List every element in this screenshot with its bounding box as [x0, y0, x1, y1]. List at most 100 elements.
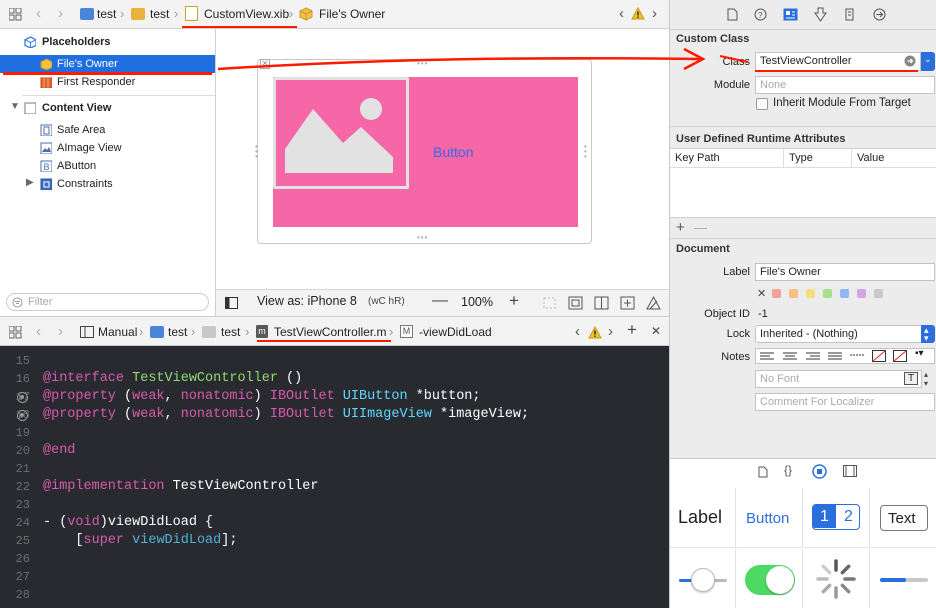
runtime-attributes-table[interactable]: Key Path Type Value: [670, 148, 936, 218]
jump-xib-file[interactable]: CustomView.xib: [204, 7, 289, 21]
toggle-outline-icon[interactable]: [225, 297, 238, 309]
outline-files-owner[interactable]: File's Owner: [0, 55, 215, 73]
library-item-label[interactable]: Label: [670, 488, 736, 548]
jump-project[interactable]: test: [97, 7, 116, 21]
col-key-path[interactable]: Key Path: [675, 152, 720, 164]
resize-handle-right[interactable]: • • •: [584, 143, 588, 161]
library-item-button[interactable]: Button: [737, 488, 803, 548]
code-snippets-icon[interactable]: {}: [784, 463, 792, 477]
add-attribute-icon[interactable]: +: [676, 219, 685, 236]
align-left-icon[interactable]: [760, 352, 774, 361]
outline-first-responder[interactable]: First Responder: [0, 73, 215, 91]
outline-safe-area[interactable]: Safe Area: [0, 121, 215, 139]
outline-constraints[interactable]: ▶ Constraints: [0, 175, 215, 193]
file-inspector-icon[interactable]: [727, 8, 738, 21]
color-label-yellow[interactable]: [806, 289, 815, 298]
color-label-gray[interactable]: [874, 289, 883, 298]
library-item-switch[interactable]: [737, 549, 803, 608]
font-stepper[interactable]: ▴ ▾: [924, 370, 928, 388]
image-view[interactable]: [273, 77, 409, 189]
comment-field[interactable]: Comment For Localizer: [755, 393, 935, 411]
object-library-icon[interactable]: [812, 464, 827, 479]
custom-view-frame[interactable]: ✕ ••• ••• • • • • • • Button: [255, 59, 592, 244]
text-color-icon[interactable]: [872, 350, 886, 362]
warning-icon[interactable]: [588, 326, 602, 339]
library-item-activity-indicator[interactable]: [804, 549, 870, 608]
warning-icon[interactable]: [631, 7, 645, 20]
clear-color-icon[interactable]: ✕: [757, 287, 766, 300]
color-label-blue[interactable]: [840, 289, 849, 298]
col-value[interactable]: Value: [857, 152, 884, 164]
color-label-purple[interactable]: [857, 289, 866, 298]
file-templates-icon[interactable]: [758, 466, 768, 478]
align-icon[interactable]: [594, 296, 609, 310]
library-item-progress-view[interactable]: [871, 549, 936, 608]
align-right-icon[interactable]: [806, 352, 820, 361]
ib-canvas[interactable]: ✕ ••• ••• • • • • • • Button: [216, 29, 669, 289]
disclosure-right-icon[interactable]: ▶: [26, 177, 34, 188]
class-field[interactable]: TestViewController: [755, 52, 921, 71]
code-editor[interactable]: 15 16 @interface TestViewController () 1…: [0, 346, 669, 608]
resize-handle-left[interactable]: • • •: [255, 143, 259, 161]
attributes-inspector-icon[interactable]: [814, 7, 827, 22]
align-justify-icon[interactable]: [828, 352, 842, 361]
next-issue-icon[interactable]: ›: [608, 323, 613, 340]
lock-dropdown[interactable]: ▴ ▾: [921, 325, 935, 343]
forward-arrow-icon[interactable]: ›: [58, 323, 63, 340]
identity-inspector-icon[interactable]: [783, 8, 798, 21]
color-label-green[interactable]: [823, 289, 832, 298]
zoom-out-icon[interactable]: —: [432, 292, 448, 310]
jump-group[interactable]: test: [150, 7, 169, 21]
add-constraints-icon[interactable]: [620, 296, 635, 310]
remove-attribute-icon[interactable]: —: [694, 220, 707, 235]
lock-popup[interactable]: Inherited - (Nothing): [755, 325, 935, 343]
module-field[interactable]: None: [755, 76, 935, 94]
jump-project[interactable]: test: [168, 325, 187, 339]
font-field[interactable]: No Font: [755, 370, 922, 388]
zoom-in-icon[interactable]: +: [509, 291, 519, 311]
outline-placeholders[interactable]: Placeholders: [0, 33, 215, 51]
media-library-icon[interactable]: [843, 465, 857, 477]
related-items-icon[interactable]: [9, 8, 22, 21]
size-inspector-icon[interactable]: [845, 8, 854, 21]
update-frames-icon[interactable]: [542, 296, 557, 310]
add-editor-icon[interactable]: +: [627, 320, 637, 340]
align-center-icon[interactable]: [783, 352, 797, 361]
close-editor-icon[interactable]: ✕: [651, 324, 661, 338]
related-items-icon[interactable]: [9, 326, 22, 339]
previous-issue-icon[interactable]: ‹: [575, 323, 580, 340]
view-as-device[interactable]: View as: iPhone 8: [257, 294, 357, 308]
disclosure-down-icon[interactable]: ▼: [10, 101, 20, 112]
jump-source-file[interactable]: TestViewController.m: [274, 325, 387, 339]
resize-handle-top[interactable]: •••: [417, 59, 428, 68]
close-scene-icon[interactable]: ✕: [260, 59, 270, 69]
library-item-segmented[interactable]: 1 2: [804, 488, 870, 548]
outline-button[interactable]: B AButton: [0, 157, 215, 175]
back-arrow-icon[interactable]: ‹: [36, 323, 41, 340]
background-color-icon[interactable]: [893, 350, 907, 362]
next-issue-icon[interactable]: ›: [652, 5, 657, 22]
outline-image-view[interactable]: AImage View: [0, 139, 215, 157]
jump-method[interactable]: -viewDidLoad: [419, 325, 492, 339]
align-natural-icon[interactable]: [850, 354, 864, 357]
more-options-icon[interactable]: ▪▾: [915, 348, 924, 359]
library-item-slider[interactable]: [670, 549, 736, 608]
resolve-layout-icon[interactable]: [646, 296, 661, 310]
doc-label-field[interactable]: File's Owner: [755, 263, 935, 281]
filter-field[interactable]: Filter: [6, 293, 209, 311]
col-type[interactable]: Type: [789, 152, 813, 164]
color-label-red[interactable]: [772, 289, 781, 298]
embed-in-stack-icon[interactable]: [568, 296, 583, 310]
resize-handle-bottom[interactable]: •••: [417, 233, 428, 242]
content-view[interactable]: Button: [273, 77, 578, 227]
jump-group[interactable]: test: [221, 325, 240, 339]
connections-inspector-icon[interactable]: [873, 8, 886, 21]
class-go-arrow-icon[interactable]: [904, 55, 916, 67]
jump-files-owner[interactable]: File's Owner: [319, 7, 385, 21]
font-picker-icon[interactable]: T: [904, 372, 918, 385]
outline-content-view[interactable]: ▼ Content View: [0, 99, 215, 117]
quick-help-icon[interactable]: ?: [754, 8, 767, 21]
previous-issue-icon[interactable]: ‹: [619, 5, 624, 22]
forward-arrow-icon[interactable]: ›: [58, 5, 63, 22]
back-arrow-icon[interactable]: ‹: [36, 5, 41, 22]
